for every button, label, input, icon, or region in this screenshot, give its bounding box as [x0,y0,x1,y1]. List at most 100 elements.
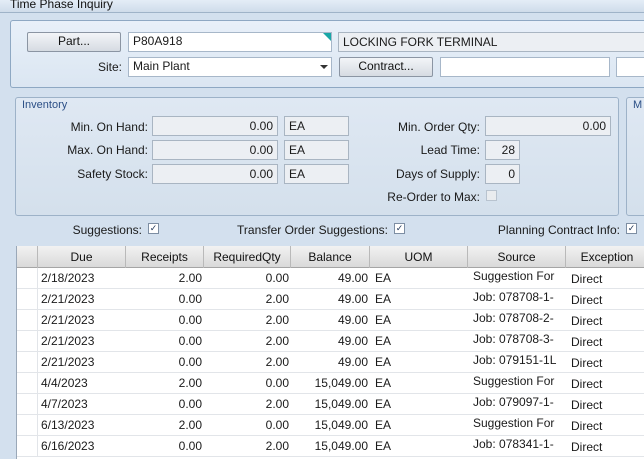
min-order-qty-field: 0.00 [485,116,611,136]
window-titlebar: Time Phase Inquiry [0,0,644,13]
cell-requiredqty: 2.00 [265,334,289,348]
cell-due: 4/7/2023 [41,397,88,411]
part-description-field: LOCKING FORK TERMINAL [338,32,644,52]
cell-source: Job: 078341-1- [473,437,554,451]
cell-receipts: 0.00 [178,334,202,348]
cell-exception: Direct [571,440,603,454]
lead-time-label: Lead Time: [420,143,480,157]
cell-requiredqty: 2.00 [265,397,289,411]
cell-balance: 49.00 [337,292,368,306]
header-panel [10,20,644,88]
column-header-uom[interactable]: UOM [370,246,468,268]
contract-field[interactable] [440,57,610,77]
time-phase-grid: Due Receipts RequiredQty Balance UOM Sou… [16,246,644,459]
days-of-supply-label: Days of Supply: [395,167,480,181]
row-selector[interactable] [17,373,38,394]
cell-requiredqty: 2.00 [265,439,289,453]
cell-requiredqty: 0.00 [265,376,289,390]
row-selector[interactable] [17,331,38,352]
planning-contract-info-checkbox[interactable]: ✓ [626,223,637,234]
column-header-requiredqty[interactable]: RequiredQty [204,246,291,268]
cell-requiredqty: 2.00 [265,355,289,369]
row-selector[interactable] [17,289,38,310]
row-selector[interactable] [17,415,38,436]
cell-uom: EA [375,313,392,327]
row-selector[interactable] [17,268,38,289]
table-row[interactable]: 6/13/2023 2.00 0.00 15,049.00 EA Suggestion F… [17,415,644,436]
contract-button[interactable]: Contract... [339,57,433,77]
site-combo[interactable]: Main Plant [128,57,332,77]
table-row[interactable]: 2/21/2023 0.00 2.00 49.00 EA Job: 078708-2- Di… [17,310,644,331]
column-header-source[interactable]: Source [468,246,566,268]
cell-due: 2/21/2023 [41,355,95,369]
cell-source: Job: 079097-1- [473,395,554,409]
table-row[interactable]: 4/7/2023 0.00 2.00 15,049.00 EA Job: 079097-1… [17,394,644,415]
safety-stock-field: 0.00 [152,164,278,184]
column-header-balance[interactable]: Balance [291,246,370,268]
cell-requiredqty: 2.00 [265,313,289,327]
lead-time-field: 28 [485,140,520,160]
cell-balance: 49.00 [337,271,368,285]
cell-source: Job: 078708-2- [473,311,554,325]
cell-exception: Direct [571,335,603,349]
chevron-down-icon[interactable] [320,65,328,69]
part-number-field[interactable]: P80A918 [128,32,332,52]
cell-exception: Direct [571,314,603,328]
cell-exception: Direct [571,293,603,307]
cell-uom: EA [375,292,392,306]
cell-due: 2/21/2023 [41,292,95,306]
cell-uom: EA [375,439,392,453]
max-on-hand-label: Max. On Hand: [67,143,148,157]
cell-balance: 15,049.00 [314,376,368,390]
cell-exception: Direct [571,398,603,412]
cell-exception: Direct [571,272,603,286]
field-indicator-icon [323,33,331,41]
row-selector[interactable] [17,310,38,331]
table-row[interactable]: 2/18/2023 2.00 0.00 49.00 EA Suggestion For Di… [17,268,644,289]
grid-header: Due Receipts RequiredQty Balance UOM Sou… [17,246,644,268]
reorder-to-max-checkbox[interactable] [486,190,497,201]
table-row[interactable]: 6/16/2023 0.00 2.00 15,049.00 EA Job: 078341-… [17,436,644,457]
table-row[interactable]: 2/21/2023 0.00 2.00 49.00 EA Job: 078708-3- Di… [17,331,644,352]
cell-exception: Direct [571,419,603,433]
row-selector[interactable] [17,352,38,373]
contract-description-field[interactable] [616,57,644,77]
column-header-exception[interactable]: Exception [566,246,644,268]
cell-requiredqty: 2.00 [265,292,289,306]
table-row[interactable]: 2/21/2023 0.00 2.00 49.00 EA Job: 078708-1- Di… [17,289,644,310]
row-selector[interactable] [17,394,38,415]
column-header-due[interactable]: Due [38,246,126,268]
min-order-qty-label: Min. Order Qty: [397,120,480,134]
cell-receipts: 0.00 [178,355,202,369]
cell-uom: EA [375,376,392,390]
cell-uom: EA [375,334,392,348]
cell-receipts: 0.00 [178,439,202,453]
column-header-receipts[interactable]: Receipts [126,246,204,268]
site-value: Main Plant [133,59,190,73]
cell-receipts: 0.00 [178,292,202,306]
cell-source: Job: 078708-3- [473,332,554,346]
cell-source: Suggestion For [473,374,555,388]
cell-due: 2/21/2023 [41,313,95,327]
cell-receipts: 0.00 [178,313,202,327]
suggestions-label: Suggestions: [72,223,142,237]
transfer-order-suggestions-label: Transfer Order Suggestions: [237,223,388,237]
row-selector[interactable] [17,436,38,457]
cell-due: 6/13/2023 [41,418,95,432]
suggestions-checkbox[interactable]: ✓ [148,223,159,234]
cell-due: 4/4/2023 [41,376,88,390]
min-on-hand-label: Min. On Hand: [70,120,148,134]
cell-balance: 15,049.00 [314,418,368,432]
table-row[interactable]: 2/21/2023 0.00 2.00 49.00 EA Job: 079151-1L Di… [17,352,644,373]
cell-exception: Direct [571,356,603,370]
safety-stock-uom: EA [284,164,349,184]
min-on-hand-uom: EA [284,116,349,136]
cell-uom: EA [375,418,392,432]
inventory-title: Inventory [22,99,68,111]
transfer-order-suggestions-checkbox[interactable]: ✓ [394,223,405,234]
days-of-supply-field: 0 [485,164,520,184]
min-on-hand-field: 0.00 [152,116,278,136]
part-button[interactable]: Part... [27,32,121,52]
cell-source: Suggestion For [473,416,555,430]
table-row[interactable]: 4/4/2023 2.00 0.00 15,049.00 EA Suggestion Fo… [17,373,644,394]
